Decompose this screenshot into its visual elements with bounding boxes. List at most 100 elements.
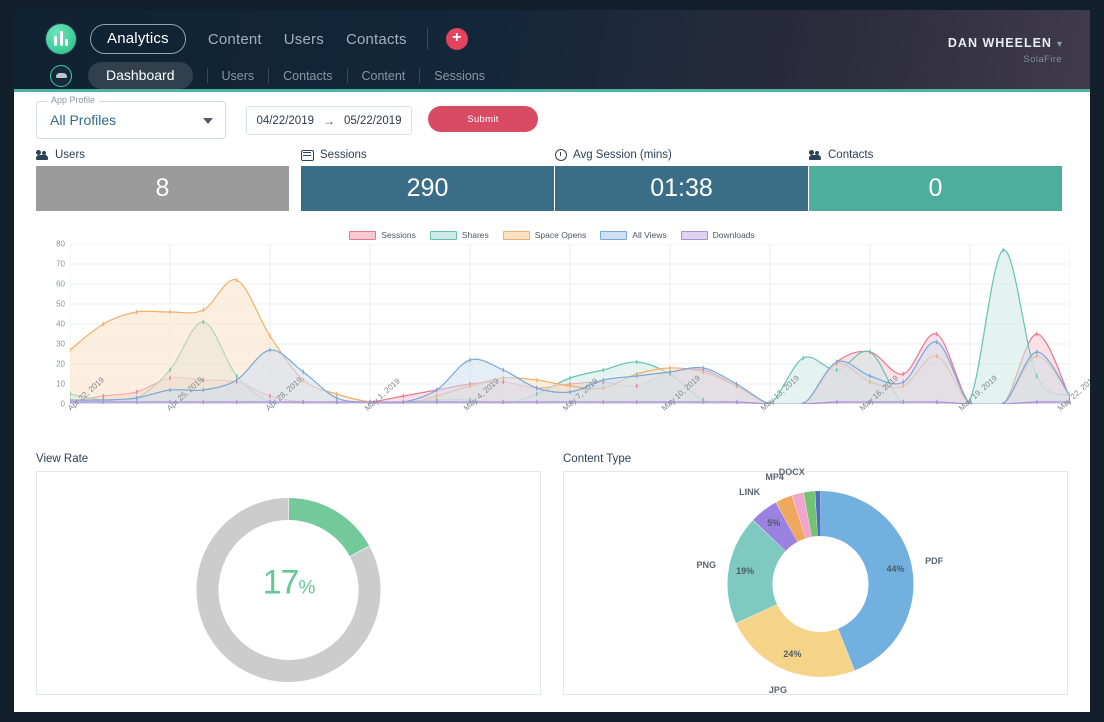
data-point	[203, 308, 205, 313]
date-range-input[interactable]: 04/22/2019 → 05/22/2019	[246, 106, 412, 135]
top-navbar: Analytics Content Users Contacts + Dashb…	[14, 10, 1090, 92]
subnav-item-dashboard[interactable]: Dashboard	[88, 62, 193, 89]
kpi-label-users: Users	[36, 149, 289, 161]
view-rate-value: 17%	[263, 564, 315, 603]
subnav-item-contacts[interactable]: Contacts	[283, 69, 332, 83]
app-profile-select[interactable]: App Profile All Profiles	[36, 101, 226, 139]
view-rate-chart: 17%	[36, 471, 541, 695]
view-rate-slice-viewed	[289, 498, 369, 556]
kpi-card-sessions: Sessions 290	[301, 149, 554, 211]
data-point	[269, 334, 271, 339]
nav-item-content[interactable]: Content	[208, 31, 262, 48]
data-point	[136, 310, 138, 315]
user-org: SolaFire	[948, 54, 1062, 65]
view-rate-panel: View Rate 17%	[36, 453, 541, 695]
y-axis-tick: 10	[56, 380, 65, 389]
data-point	[169, 310, 171, 315]
date-start[interactable]: 04/22/2019	[256, 115, 314, 127]
data-point	[1003, 248, 1005, 253]
kpi-label-text: Users	[55, 149, 85, 161]
subnav-divider	[419, 68, 420, 83]
nav-item-users[interactable]: Users	[284, 31, 324, 48]
kpi-card-users: Users 8	[36, 149, 289, 211]
data-point	[469, 384, 471, 389]
kpi-label-sessions: Sessions	[301, 149, 554, 161]
clock-icon	[555, 149, 567, 161]
content-type-label-docx: DOCX	[779, 467, 805, 477]
chevron-down-icon[interactable]: ▾	[1057, 39, 1062, 50]
kpi-value-avg-session: 01:38	[555, 166, 808, 211]
timeseries-chart: Sessions Shares Space Opens All Views Downlo…	[36, 228, 1068, 443]
content-type-label-png: PNG	[696, 560, 716, 570]
view-rate-number: 17	[263, 564, 299, 602]
user-name: DAN WHEELEN	[948, 36, 1052, 50]
content-type-chart: 44%PDF24%JPG19%PNG5%LINKMP4DOCX	[563, 471, 1068, 695]
data-point	[603, 378, 605, 383]
data-point	[603, 386, 605, 391]
kpi-label-text: Contacts	[828, 149, 873, 161]
content-type-value-pdf: 44%	[887, 564, 905, 574]
data-point	[869, 350, 871, 355]
data-point	[1036, 374, 1038, 379]
legend-item-shares[interactable]: Shares	[430, 230, 489, 240]
legend-item-space-opens[interactable]: Space Opens	[503, 230, 587, 240]
legend-swatch	[430, 231, 457, 240]
data-point	[636, 374, 638, 379]
subnav-divider	[268, 68, 269, 83]
content-type-slice-jpg[interactable]	[736, 604, 854, 677]
data-point	[936, 332, 938, 337]
content-type-label-link: LINK	[739, 487, 760, 497]
secondary-nav: Dashboard Users Contacts Content Session…	[46, 62, 485, 89]
chart-legend: Sessions Shares Space Opens All Views Downlo…	[36, 228, 1068, 240]
subnav-item-sessions[interactable]: Sessions	[434, 69, 485, 83]
legend-item-all-views[interactable]: All Views	[600, 230, 666, 240]
data-point	[636, 360, 638, 365]
data-point	[603, 368, 605, 373]
kpi-row: Users 8 Sessions 290 Avg Session (mins) …	[14, 149, 1090, 222]
kpi-card-avg-session: Avg Session (mins) 01:38	[555, 149, 808, 211]
data-point	[169, 368, 171, 373]
users-icon	[36, 150, 49, 161]
content-type-donut	[564, 472, 1067, 696]
submit-button[interactable]: Submit	[428, 106, 538, 132]
app-profile-label: App Profile	[47, 95, 99, 105]
content-type-title: Content Type	[563, 453, 1068, 465]
content-type-label-pdf: PDF	[925, 556, 943, 566]
legend-item-sessions[interactable]: Sessions	[349, 230, 416, 240]
data-point	[403, 394, 405, 399]
kpi-value-users: 8	[36, 166, 289, 211]
area-series-svg	[70, 244, 1070, 404]
date-end[interactable]: 05/22/2019	[344, 115, 402, 127]
content-type-label-jpg: JPG	[769, 685, 787, 695]
analytics-bars-logo-icon[interactable]	[46, 24, 76, 54]
data-point	[936, 354, 938, 359]
nav-item-contacts[interactable]: Contacts	[346, 31, 407, 48]
space-icon[interactable]	[50, 65, 72, 87]
nav-item-analytics[interactable]: Analytics	[90, 24, 186, 54]
legend-label: Downloads	[713, 230, 755, 240]
nav-divider	[427, 28, 428, 50]
data-point	[1036, 332, 1038, 337]
kpi-label-text: Avg Session (mins)	[573, 149, 672, 161]
chevron-down-icon[interactable]	[203, 118, 213, 124]
data-point	[703, 366, 705, 371]
data-point	[236, 378, 238, 383]
legend-label: Sessions	[381, 230, 416, 240]
subnav-item-users[interactable]: Users	[222, 69, 255, 83]
arrow-right-icon: →	[323, 114, 335, 128]
legend-swatch	[349, 231, 376, 240]
filter-bar: App Profile All Profiles 04/22/2019 → 05…	[14, 92, 1090, 149]
add-plus-icon[interactable]: +	[446, 28, 468, 50]
data-point	[569, 376, 571, 381]
data-point	[203, 388, 205, 393]
data-point	[736, 382, 738, 387]
subnav-item-content[interactable]: Content	[362, 69, 406, 83]
user-menu[interactable]: DAN WHEELEN ▾ SolaFire	[948, 34, 1062, 65]
y-axis-tick: 50	[56, 300, 65, 309]
data-point	[569, 384, 571, 389]
data-point	[803, 356, 805, 361]
subnav-divider	[207, 68, 208, 83]
legend-item-downloads[interactable]: Downloads	[681, 230, 755, 240]
kpi-card-contacts: Contacts 0	[809, 149, 1062, 211]
data-point	[936, 340, 938, 345]
